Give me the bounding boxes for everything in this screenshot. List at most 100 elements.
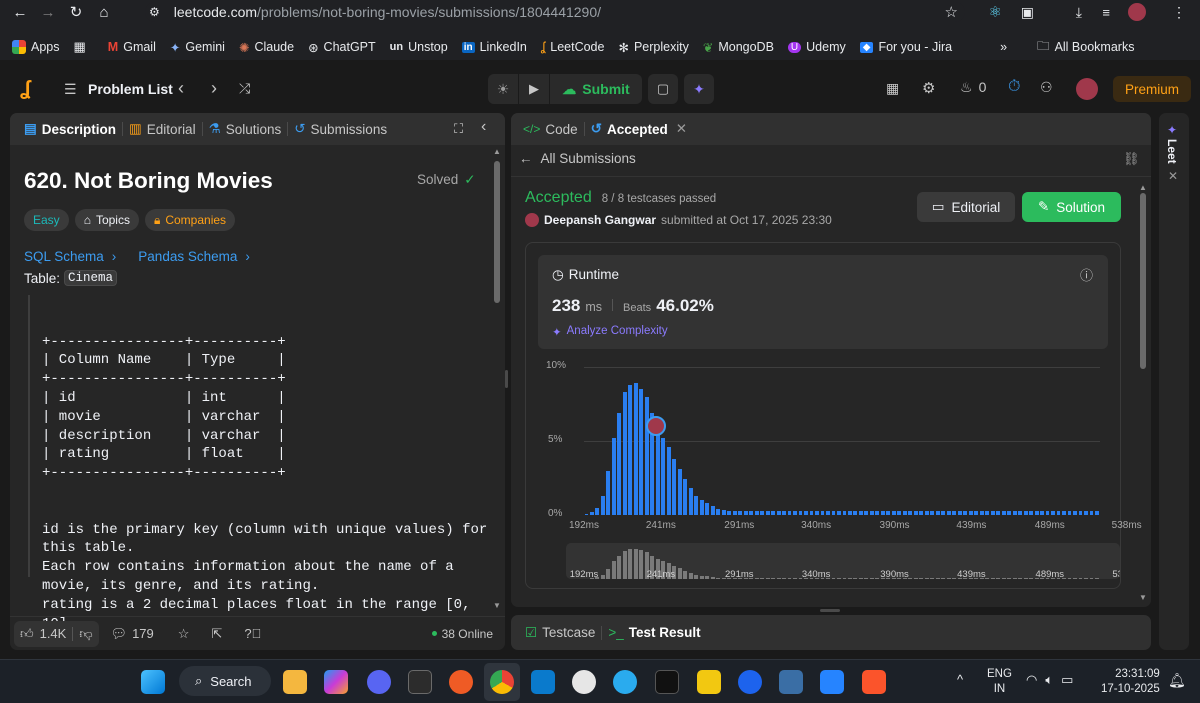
- forward-button[interactable]: →: [34, 0, 62, 24]
- like-button[interactable]: 👍︎ 1.4K 👎︎: [14, 620, 99, 647]
- runtime-bar[interactable]: [1040, 511, 1044, 515]
- collapse-icon[interactable]: ‹: [481, 118, 486, 136]
- layout-icon[interactable]: ▦: [886, 80, 899, 97]
- runtime-bar[interactable]: [1018, 511, 1023, 515]
- tab-code[interactable]: </> Code: [517, 122, 584, 137]
- runtime-summary[interactable]: ◷ Runtime ⓘ 238 ms Beats 46.02% ✦ Analyze …: [538, 255, 1108, 349]
- difficulty-badge[interactable]: Easy: [24, 209, 69, 231]
- runtime-bar[interactable]: [683, 479, 688, 515]
- tab-testcase[interactable]: ☑ Testcase: [519, 625, 601, 641]
- runtime-bar[interactable]: [765, 511, 770, 515]
- runtime-bar[interactable]: [1023, 511, 1028, 515]
- terminal-icon[interactable]: [408, 670, 432, 694]
- tab-solutions[interactable]: ⚗ Solutions: [203, 121, 288, 137]
- user-avatar[interactable]: [1076, 78, 1098, 100]
- tab-description[interactable]: ▤ Description: [18, 121, 122, 137]
- runtime-bar[interactable]: [858, 511, 863, 515]
- runtime-bar[interactable]: [661, 438, 666, 515]
- all-submissions-link[interactable]: ← All Submissions: [519, 151, 636, 166]
- runtime-bar[interactable]: [864, 511, 869, 515]
- react-extension-icon[interactable]: ⚛: [989, 3, 1002, 21]
- runtime-bar[interactable]: [672, 458, 677, 515]
- chrome-icon[interactable]: [490, 670, 514, 694]
- runtime-bar[interactable]: [974, 511, 979, 515]
- bookmark-jira[interactable]: ◆ For you - Jira: [859, 40, 952, 54]
- sql-schema-link[interactable]: SQL Schema: [24, 249, 104, 264]
- solution-button[interactable]: ✎ Solution: [1022, 192, 1121, 222]
- runtime-bar[interactable]: [639, 389, 644, 515]
- submitter-avatar[interactable]: [525, 213, 539, 227]
- runtime-bar[interactable]: [1056, 511, 1061, 515]
- runtime-bar[interactable]: [688, 488, 693, 515]
- runtime-bar[interactable]: [699, 500, 704, 515]
- runtime-bar[interactable]: [913, 511, 918, 515]
- sparkle-icon[interactable]: ✦: [1167, 123, 1177, 137]
- scroll-thumb[interactable]: [494, 161, 500, 303]
- runtime-bar[interactable]: [946, 510, 951, 515]
- runtime-bar[interactable]: [743, 511, 748, 515]
- runtime-bar[interactable]: [628, 384, 633, 515]
- bookmark-perplexity[interactable]: ✻ Perplexity: [618, 40, 688, 55]
- scroll-down-icon[interactable]: ▼: [1139, 593, 1147, 602]
- runtime-bar[interactable]: [990, 510, 995, 515]
- file-explorer-icon[interactable]: [283, 670, 307, 694]
- tab-test-result[interactable]: >_ Test Result: [602, 625, 706, 640]
- scroll-down-icon[interactable]: ▼: [493, 601, 501, 610]
- runtime-bar[interactable]: [804, 511, 808, 515]
- bookmark-chatgpt[interactable]: ⊛ ChatGPT: [308, 40, 376, 55]
- bookmark-gmail[interactable]: M Gmail: [108, 40, 156, 54]
- bookmark-star-icon[interactable]: ☆: [945, 3, 958, 21]
- taskbar-search[interactable]: ⌕ Search: [179, 666, 271, 696]
- runtime-bar[interactable]: [727, 510, 732, 515]
- runtime-bar[interactable]: [782, 511, 786, 515]
- profile-avatar[interactable]: [1128, 3, 1146, 21]
- runtime-bar[interactable]: [589, 512, 594, 515]
- runtime-bar[interactable]: [716, 509, 721, 515]
- runtime-bar[interactable]: [957, 511, 962, 515]
- streak-counter[interactable]: ♨ 0: [960, 79, 986, 96]
- runtime-bar[interactable]: [820, 511, 825, 515]
- runtime-bar[interactable]: [985, 511, 990, 515]
- runtime-bar[interactable]: [1001, 511, 1006, 515]
- vertical-splitter[interactable]: [820, 609, 840, 612]
- leet-ai-label[interactable]: Leet: [1165, 139, 1179, 164]
- runtime-bar[interactable]: [1095, 510, 1099, 515]
- right-scrollbar[interactable]: ▲ ▼: [1139, 183, 1147, 603]
- tab-accepted[interactable]: ↺ Accepted ✕: [585, 121, 693, 137]
- pandas-schema-link[interactable]: Pandas Schema: [138, 249, 237, 264]
- run-button[interactable]: ▶: [519, 74, 549, 104]
- runtime-bar[interactable]: [787, 510, 792, 515]
- discord-icon[interactable]: [367, 670, 391, 694]
- editorial-button[interactable]: ▭ Editorial: [917, 192, 1015, 222]
- analyze-complexity-link[interactable]: ✦ Analyze Complexity: [552, 325, 668, 339]
- runtime-bar[interactable]: [809, 511, 814, 515]
- network-app-icon[interactable]: [779, 670, 803, 694]
- runtime-bar[interactable]: [1067, 511, 1072, 515]
- runtime-bar[interactable]: [633, 383, 638, 515]
- topics-tag[interactable]: ⌂ Topics: [74, 209, 139, 231]
- bookmark-apps[interactable]: Apps: [12, 40, 60, 54]
- notification-bell-icon[interactable]: 🔔︎: [1168, 672, 1186, 689]
- address-bar[interactable]: ⚙ leetcode.com/problems/not-boring-movie…: [145, 2, 965, 22]
- share-icon[interactable]: ⇱: [211, 626, 222, 642]
- runtime-bar[interactable]: [924, 511, 929, 515]
- runtime-bar[interactable]: [952, 511, 957, 515]
- runtime-bar[interactable]: [847, 511, 852, 515]
- download-icon[interactable]: ⤓: [1076, 4, 1082, 21]
- link-icon[interactable]: ⛓: [1123, 151, 1140, 167]
- runtime-bar[interactable]: [600, 495, 605, 515]
- runtime-bar[interactable]: [754, 511, 759, 515]
- language-indicator[interactable]: ENG IN: [987, 667, 1012, 697]
- runtime-bar[interactable]: [930, 511, 935, 515]
- scroll-up-icon[interactable]: ▲: [1139, 183, 1147, 192]
- runtime-bar[interactable]: [1084, 511, 1088, 515]
- shuffle-icon[interactable]: ⤮: [239, 80, 250, 97]
- reload-button[interactable]: ↻: [62, 0, 90, 24]
- site-info-icon[interactable]: ⚙: [149, 5, 160, 19]
- system-tray[interactable]: ◠ 🔈︎ ▭: [1026, 672, 1073, 688]
- tab-editorial[interactable]: ▥ Editorial: [123, 121, 202, 137]
- settings-gear-icon[interactable]: ⚙: [922, 79, 935, 97]
- runtime-bar[interactable]: [644, 396, 649, 515]
- runtime-bar[interactable]: [1062, 511, 1066, 515]
- submitter-name[interactable]: Deepansh Gangwar: [544, 213, 656, 227]
